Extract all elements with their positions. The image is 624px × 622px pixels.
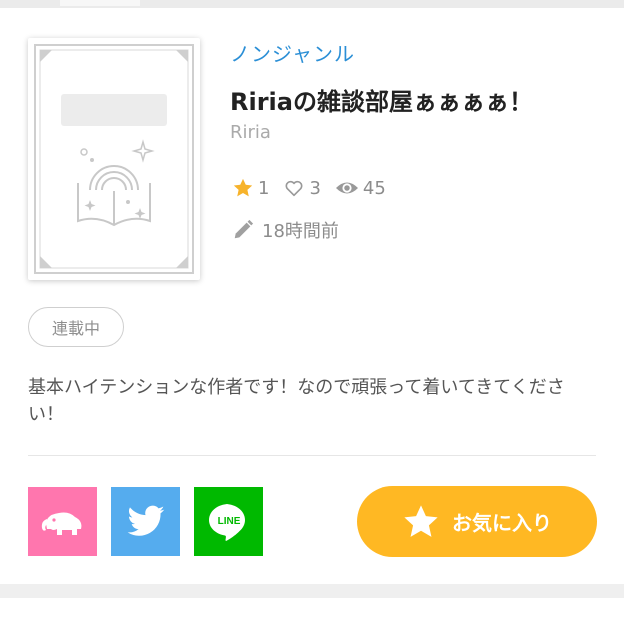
divider: [28, 455, 596, 456]
line-share-button[interactable]: LINE: [194, 487, 263, 556]
next-section: [0, 598, 624, 622]
view-count: 45: [362, 177, 386, 199]
book-cover-placeholder-icon: [34, 44, 194, 274]
top-tab-bar: [0, 0, 624, 8]
novel-title: Ririaの雑談部屋ぁぁぁぁ！: [230, 88, 533, 116]
star-count: 1: [258, 177, 270, 199]
genre-link[interactable]: ノンジャンル: [230, 38, 355, 67]
top-tab[interactable]: [60, 0, 140, 6]
line-icon: LINE: [208, 503, 245, 541]
book-cover[interactable]: [28, 38, 200, 280]
author-link[interactable]: Riria: [230, 122, 271, 143]
eye-icon: [335, 182, 358, 194]
twitter-bird-icon: [127, 505, 164, 536]
pencil-icon: [234, 219, 254, 239]
heart-icon: [285, 180, 303, 197]
like-count: 3: [309, 177, 321, 199]
star-icon: [404, 504, 438, 537]
line-logo-text: LINE: [217, 516, 240, 527]
novel-description: 基本ハイテンションな作者です！なので頑張って着いてきてください！: [28, 377, 565, 425]
favorite-label: お気に入り: [452, 511, 552, 535]
last-updated: 18時間前: [232, 216, 339, 244]
star-icon: [233, 178, 253, 197]
status-badge: 連載中: [28, 307, 124, 347]
novel-stats: 1 3 45: [232, 174, 400, 202]
twitter-share-button[interactable]: [111, 487, 180, 556]
hatena-share-button[interactable]: [28, 487, 97, 556]
updated-time: 18時間前: [262, 221, 339, 242]
favorite-button[interactable]: お気に入り: [357, 486, 597, 557]
hatena-elephant-icon: [41, 512, 81, 535]
